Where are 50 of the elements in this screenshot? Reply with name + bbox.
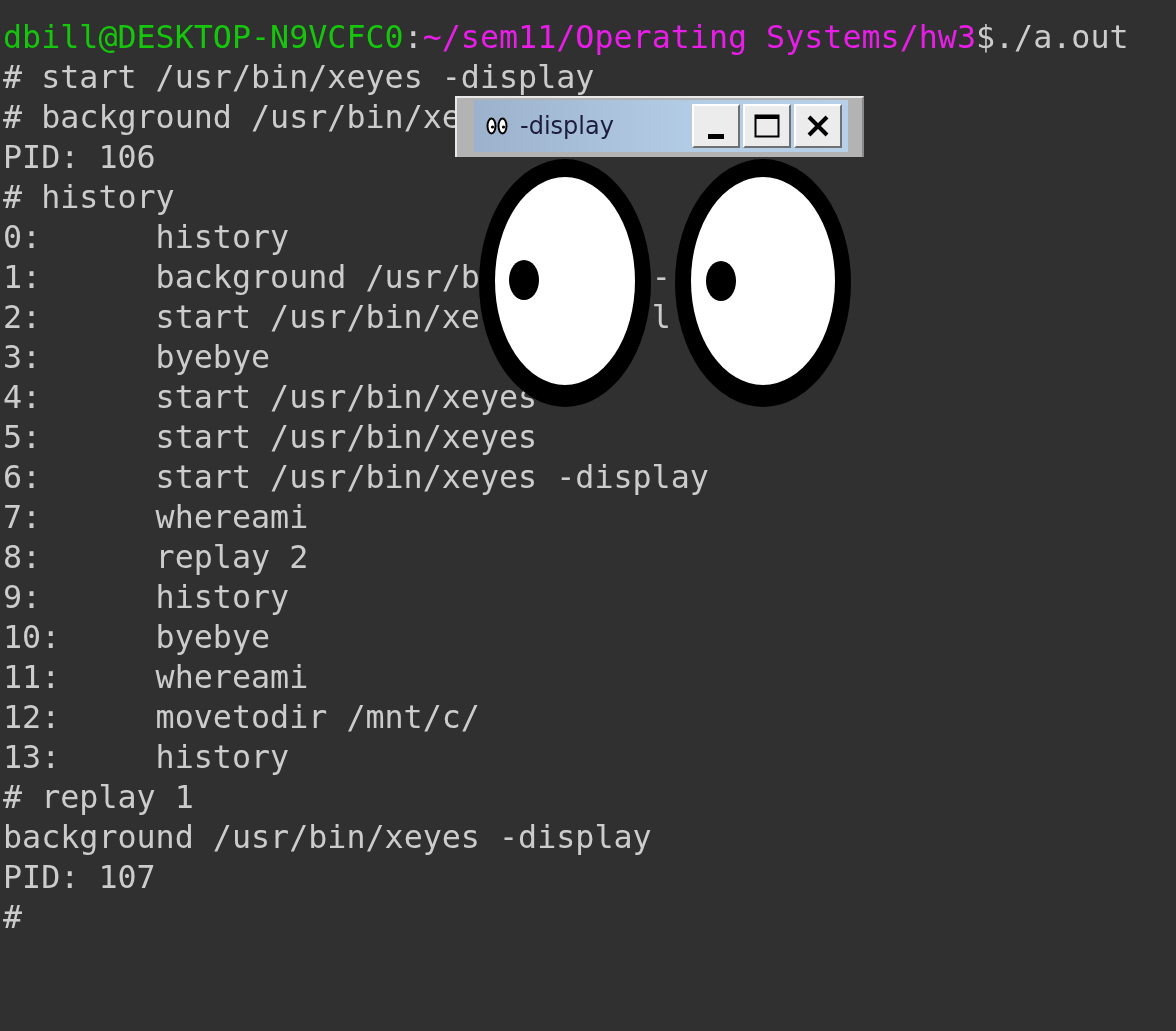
history-command: start /usr/bin/xeyes xyxy=(155,418,538,457)
history-index: 11: xyxy=(3,658,62,697)
output-line: # xyxy=(3,898,23,937)
history-command: history xyxy=(155,738,290,777)
history-index: 13: xyxy=(3,738,62,777)
minimize-button[interactable] xyxy=(692,104,740,148)
maximize-button[interactable] xyxy=(743,104,791,148)
history-index: 12: xyxy=(3,698,62,737)
output-line: PID: 107 xyxy=(3,858,156,897)
history-command: history xyxy=(155,578,290,617)
close-icon xyxy=(807,115,829,137)
history-index: 10: xyxy=(3,618,62,657)
history-command: movetodir /mnt/c/ xyxy=(155,698,480,737)
history-command: byebye xyxy=(155,618,271,657)
history-index: 3: xyxy=(3,338,43,377)
output-line: # background /usr/bin/xe xyxy=(3,98,461,137)
window-title: -display xyxy=(520,112,614,140)
history-index: 8: xyxy=(3,538,43,577)
history-command: l xyxy=(651,298,671,337)
history-command: start /usr/bin/xe xyxy=(155,298,480,337)
output-line: PID: 106 xyxy=(3,138,156,177)
maximize-icon xyxy=(754,114,780,138)
history-command: start /usr/bin/xeyes -display xyxy=(155,458,709,497)
prompt-path: ~/sem11/Operating Systems/hw3 xyxy=(422,18,976,57)
output-line: background /usr/bin/xeyes -display xyxy=(3,818,652,857)
history-index: 5: xyxy=(3,418,43,457)
history-command: byebye xyxy=(155,338,271,377)
history-command: history xyxy=(155,218,290,257)
history-index: 6: xyxy=(3,458,43,497)
command-text: $./a.out xyxy=(975,18,1129,57)
history-index: 9: xyxy=(3,578,43,617)
history-command: - xyxy=(651,258,671,297)
history-index: 1: xyxy=(3,258,43,297)
history-index: 0: xyxy=(3,218,43,257)
output-line: # history xyxy=(3,178,175,217)
history-command: whereami xyxy=(155,498,309,537)
history-index: 2: xyxy=(3,298,43,337)
history-index: 4: xyxy=(3,378,43,417)
history-command: whereami xyxy=(155,658,309,697)
prompt-separator: : xyxy=(403,18,423,57)
output-line: # replay 1 xyxy=(3,778,194,817)
output-line: # start /usr/bin/xeyes -display xyxy=(3,58,595,97)
history-command: replay 2 xyxy=(155,538,309,577)
history-command: start /usr/bin/xeyes xyxy=(155,378,538,417)
close-button[interactable] xyxy=(794,104,842,148)
history-index: 7: xyxy=(3,498,43,537)
minimize-icon xyxy=(706,134,726,140)
history-command: background /usr/b xyxy=(155,258,480,297)
prompt-user: dbill@DESKTOP-N9VCFC0 xyxy=(3,18,404,57)
eyes-icon xyxy=(486,116,508,136)
